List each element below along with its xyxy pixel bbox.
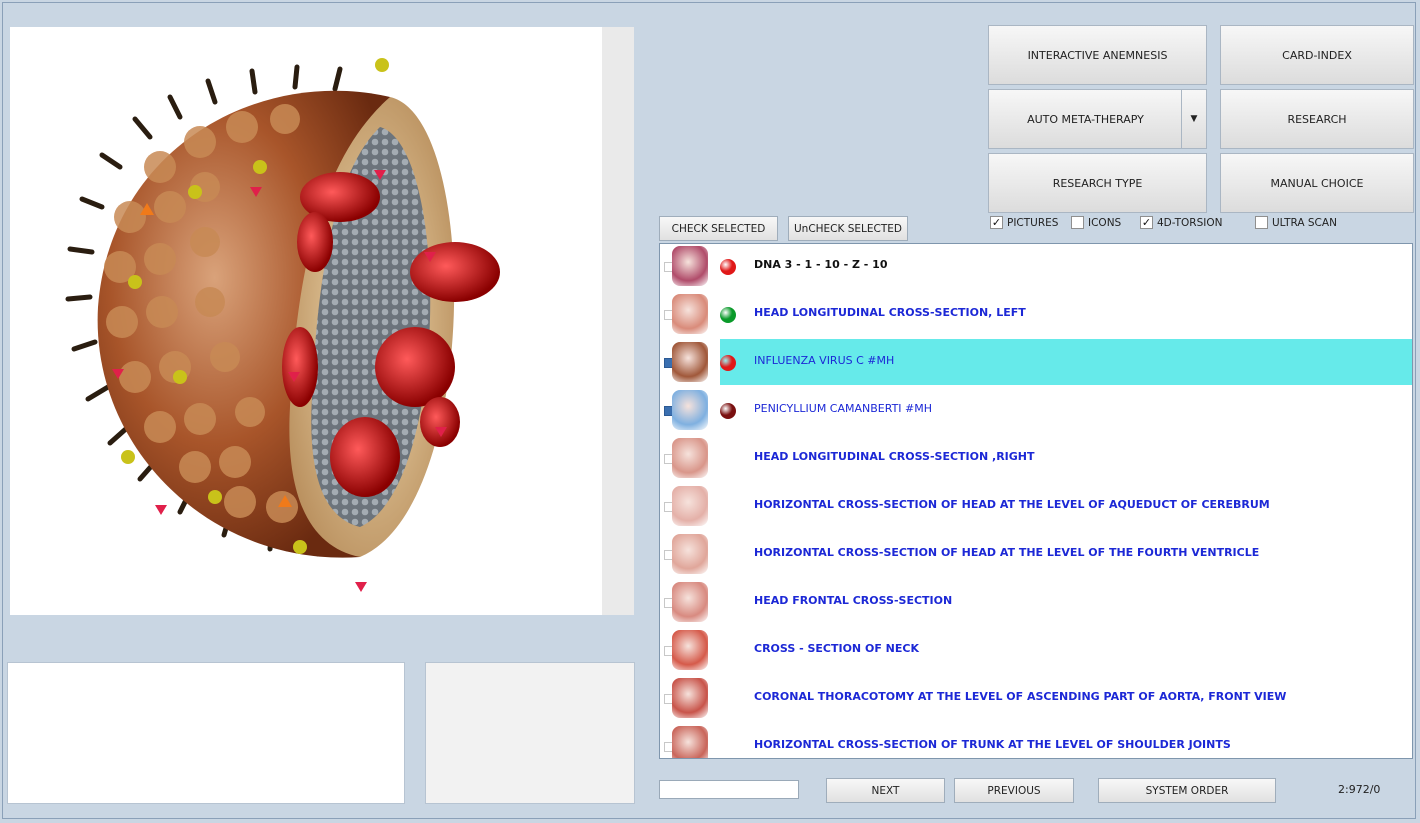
next-button[interactable]: NEXT [826, 778, 945, 803]
list-item-label: HEAD FRONTAL CROSS-SECTION [754, 594, 953, 607]
uncheck-selected-label: UnCHECK SELECTED [793, 222, 902, 235]
item-thumbnail [672, 678, 708, 718]
list-item[interactable]: CROSS - SECTION OF NECK [660, 626, 1412, 674]
pictures-label: PICTURES [1007, 216, 1059, 229]
list-item-label: CORONAL THORACOTOMY AT THE LEVEL OF ASCE… [754, 690, 1287, 703]
card-index-label: CARD-INDEX [1282, 48, 1352, 62]
list-item[interactable]: PENICYLLIUM CAMANBERTI #MH [660, 386, 1412, 434]
list-item-label: HEAD LONGITUDINAL CROSS-SECTION, LEFT [754, 306, 1026, 319]
previous-button[interactable]: PREVIOUS [954, 778, 1074, 803]
pictures-checkbox[interactable]: ✓ PICTURES [990, 216, 1058, 229]
auto-meta-therapy-label: AUTO META-THERAPY [1027, 112, 1144, 126]
uncheck-selected-button[interactable]: UnCHECK SELECTED [788, 216, 908, 241]
check-selected-button[interactable]: CHECK SELECTED [659, 216, 778, 241]
system-order-button[interactable]: SYSTEM ORDER [1098, 778, 1276, 803]
manual-choice-button[interactable]: MANUAL CHOICE [1220, 153, 1414, 213]
search-input[interactable] [659, 780, 799, 799]
chevron-down-icon[interactable]: ▼ [1181, 90, 1206, 148]
checkbox-empty-icon [1071, 216, 1084, 229]
list-item[interactable]: HORIZONTAL CROSS-SECTION OF HEAD AT THE … [660, 482, 1412, 530]
torsion-label: 4D-TORSION [1157, 216, 1223, 229]
status-dot-icon [720, 307, 736, 323]
research-label: RESEARCH [1287, 112, 1347, 126]
list-item[interactable]: DNA 3 - 1 - 10 - Z - 10 [660, 244, 1412, 290]
list-item-label: INFLUENZA VIRUS C #MH [754, 354, 895, 367]
list-item-label: HORIZONTAL CROSS-SECTION OF TRUNK AT THE… [754, 738, 1231, 751]
item-thumbnail [672, 246, 708, 286]
virus-model-image [65, 58, 500, 592]
list-item-label: PENICYLLIUM CAMANBERTI #MH [754, 402, 933, 415]
list-item-label: CROSS - SECTION OF NECK [754, 642, 919, 655]
check-selected-label: CHECK SELECTED [671, 222, 766, 235]
research-list[interactable]: DNA 3 - 1 - 10 - Z - 10 HEAD LONGITUDINAL… [659, 243, 1413, 759]
list-item[interactable]: INFLUENZA VIRUS C #MH [660, 338, 1412, 386]
item-thumbnail [672, 534, 708, 574]
research-type-label: RESEARCH TYPE [1052, 176, 1143, 190]
item-thumbnail [672, 726, 708, 758]
status-dot-icon [720, 355, 736, 371]
item-thumbnail [672, 438, 708, 478]
item-thumbnail [672, 390, 708, 430]
system-order-label: SYSTEM ORDER [1145, 784, 1229, 797]
item-thumbnail [672, 342, 708, 382]
torsion-checkbox[interactable]: ✓ 4D-TORSION [1140, 216, 1222, 229]
interactive-anemnesis-button[interactable]: INTERACTIVE ANEMNESIS [988, 25, 1207, 85]
item-thumbnail [672, 486, 708, 526]
list-item[interactable]: CORONAL THORACOTOMY AT THE LEVEL OF ASCE… [660, 674, 1412, 722]
checkmark-icon: ✓ [990, 216, 1003, 229]
list-item-label: HEAD LONGITUDINAL CROSS-SECTION ,RIGHT [754, 450, 1035, 463]
list-item[interactable]: HORIZONTAL CROSS-SECTION OF TRUNK AT THE… [660, 722, 1412, 758]
model-viewer[interactable] [10, 27, 602, 615]
list-item[interactable]: HORIZONTAL CROSS-SECTION OF HEAD AT THE … [660, 530, 1412, 578]
item-thumbnail [672, 294, 708, 334]
checkbox-empty-icon [1255, 216, 1268, 229]
record-counter: 2:972/0 [1338, 783, 1381, 796]
list-item[interactable]: HEAD LONGITUDINAL CROSS-SECTION, LEFT [660, 290, 1412, 338]
research-button[interactable]: RESEARCH [1220, 89, 1414, 149]
next-label: NEXT [871, 784, 900, 797]
previous-label: PREVIOUS [987, 784, 1041, 797]
ultra-scan-checkbox[interactable]: ULTRA SCAN [1255, 216, 1337, 229]
research-type-button[interactable]: RESEARCH TYPE [988, 153, 1207, 213]
list-item-label: HORIZONTAL CROSS-SECTION OF HEAD AT THE … [754, 498, 1270, 511]
icons-label: ICONS [1088, 216, 1122, 229]
list-item-label: DNA 3 - 1 - 10 - Z - 10 [754, 258, 888, 271]
status-dot-icon [720, 403, 736, 419]
ultra-scan-label: ULTRA SCAN [1272, 216, 1337, 229]
preview-panel [425, 662, 635, 804]
card-index-button[interactable]: CARD-INDEX [1220, 25, 1414, 85]
info-panel [7, 662, 405, 804]
viewer-scroll-strip [602, 27, 634, 615]
icons-checkbox[interactable]: ICONS [1071, 216, 1121, 229]
item-thumbnail [672, 582, 708, 622]
interactive-anemnesis-label: INTERACTIVE ANEMNESIS [1027, 48, 1168, 62]
auto-meta-therapy-button[interactable]: AUTO META-THERAPY ▼ [988, 89, 1207, 149]
item-thumbnail [672, 630, 708, 670]
manual-choice-label: MANUAL CHOICE [1270, 176, 1364, 190]
list-item[interactable]: HEAD FRONTAL CROSS-SECTION [660, 578, 1412, 626]
list-item[interactable]: HEAD LONGITUDINAL CROSS-SECTION ,RIGHT [660, 434, 1412, 482]
checkmark-icon: ✓ [1140, 216, 1153, 229]
list-item-label: HORIZONTAL CROSS-SECTION OF HEAD AT THE … [754, 546, 1260, 559]
status-dot-icon [720, 259, 736, 275]
